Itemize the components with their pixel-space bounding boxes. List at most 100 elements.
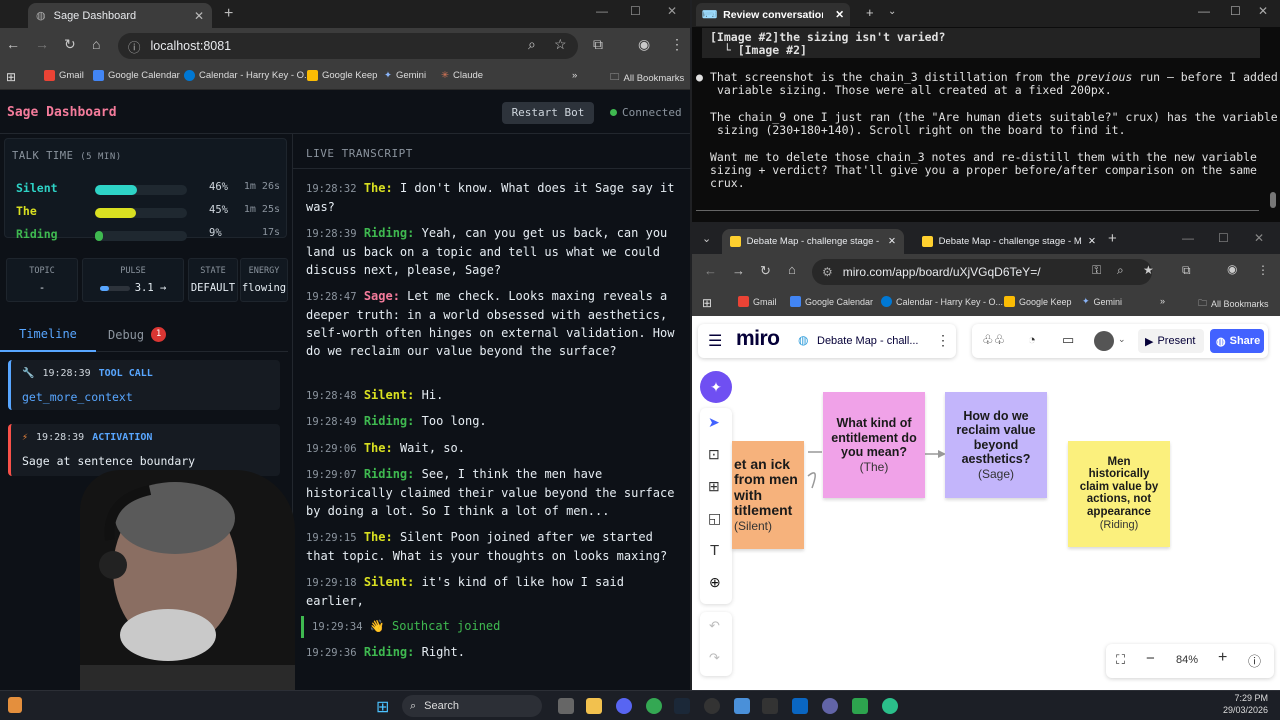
app-icon[interactable] xyxy=(822,698,838,714)
templates-icon[interactable]: ⊡ xyxy=(708,446,720,463)
menu-icon[interactable]: ⋮ xyxy=(1257,263,1269,277)
zoom-icon[interactable]: ⌕ xyxy=(528,36,536,53)
sticky-note-the[interactable]: What kind of entitlement do you mean? (T… xyxy=(823,392,925,498)
share-button[interactable]: ◍ Share xyxy=(1210,329,1264,353)
clock[interactable]: 7:29 PM 29/03/2026 xyxy=(1218,693,1268,715)
bookmark-gemini[interactable]: ✦ Gemini xyxy=(1082,296,1122,307)
tab-sage-dashboard[interactable]: ◍ Sage Dashboard ✕ xyxy=(28,3,212,28)
select-arrow-icon[interactable]: ➤ xyxy=(708,414,720,431)
new-tab-icon[interactable]: + xyxy=(224,5,233,23)
ai-assist-icon[interactable]: ✦ xyxy=(700,371,732,403)
close-tab-icon[interactable]: ✕ xyxy=(1088,236,1096,247)
close-tab-icon[interactable]: ✕ xyxy=(888,236,896,247)
forward-icon[interactable]: → xyxy=(732,263,745,278)
bookmark-claude[interactable]: ✳ Claude xyxy=(441,70,483,81)
app-icon[interactable] xyxy=(852,698,868,714)
new-tab-icon[interactable]: + xyxy=(866,5,874,20)
tab-search-icon[interactable]: ⌄ xyxy=(702,232,711,245)
site-info-icon[interactable]: ⓘ xyxy=(128,37,141,56)
task-view-icon[interactable] xyxy=(558,698,574,714)
sticky-note-silent[interactable]: et an ick from men with titlement (Silen… xyxy=(732,441,804,549)
site-settings-icon[interactable]: ⚙ xyxy=(822,265,833,279)
maximize-icon[interactable]: ☐ xyxy=(1230,4,1241,18)
hamburger-menu-icon[interactable]: ☰ xyxy=(708,331,722,351)
all-bookmarks[interactable]: 🗀 All Bookmarks xyxy=(1198,296,1269,312)
tab-debug[interactable]: Debug 1 xyxy=(108,327,167,342)
bookmark-calendar-harry[interactable]: Calendar - Harry Key - O... xyxy=(184,70,312,81)
sticky-note-icon[interactable]: ◱ xyxy=(708,510,721,527)
bookmark-google-keep[interactable]: Google Keep xyxy=(1004,296,1072,307)
bookmark-google-calendar[interactable]: Google Calendar xyxy=(93,70,180,81)
app-icon[interactable] xyxy=(704,698,720,714)
redo-icon[interactable]: ↷ xyxy=(709,650,720,666)
profile-icon[interactable]: ◉ xyxy=(638,36,650,53)
chrome-icon[interactable] xyxy=(646,698,662,714)
avatar[interactable] xyxy=(1094,331,1114,351)
file-explorer-icon[interactable] xyxy=(586,698,602,714)
tab-miro-1[interactable]: Debate Map - challenge stage - Miro ✕ xyxy=(722,229,904,254)
zoom-out-icon[interactable]: − xyxy=(1146,650,1155,667)
back-icon[interactable]: ← xyxy=(6,36,20,52)
help-icon[interactable]: ⓘ xyxy=(1248,651,1261,670)
bookmark-gmail[interactable]: Gmail xyxy=(738,296,777,307)
url-input[interactable]: ⓘ localhost:8081 xyxy=(118,33,578,59)
close-tab-icon[interactable]: ✕ xyxy=(194,9,204,23)
text-tool-icon[interactable]: T xyxy=(710,542,719,559)
reactions-icon[interactable]: ♧♧ xyxy=(982,332,1005,348)
bookmark-gemini[interactable]: ✦ Gemini xyxy=(384,70,426,81)
extensions-icon[interactable]: ⧉ xyxy=(593,36,603,53)
bookmark-star-icon[interactable]: ☆ xyxy=(554,36,567,53)
sticky-note-sage[interactable]: How do we reclaim value beyond aesthetic… xyxy=(945,392,1047,498)
comments-icon[interactable]: ◔ xyxy=(1028,332,1036,347)
board-name[interactable]: Debate Map - chall... xyxy=(817,335,919,347)
bookmark-star-icon[interactable]: ★ xyxy=(1143,263,1154,277)
reload-icon[interactable]: ↻ xyxy=(64,36,76,53)
notepad-icon[interactable] xyxy=(734,698,750,714)
profile-icon[interactable]: ◉ xyxy=(1227,262,1237,276)
app-icon[interactable] xyxy=(8,697,22,713)
close-window-icon[interactable]: ✕ xyxy=(1254,231,1264,245)
back-icon[interactable]: ← xyxy=(704,263,717,278)
discord-icon[interactable] xyxy=(616,698,632,714)
board-menu-icon[interactable]: ⋮ xyxy=(936,332,950,349)
minimize-icon[interactable]: — xyxy=(1198,4,1210,18)
minimize-icon[interactable]: — xyxy=(596,4,608,18)
close-window-icon[interactable]: ✕ xyxy=(667,4,677,18)
add-icon[interactable]: ⊕ xyxy=(709,574,721,591)
zoom-in-icon[interactable]: + xyxy=(1218,649,1227,667)
close-tab-icon[interactable]: ✕ xyxy=(835,9,844,21)
app-icon[interactable] xyxy=(882,698,898,714)
minimize-icon[interactable]: — xyxy=(1182,231,1194,245)
video-icon[interactable]: ▭ xyxy=(1062,332,1074,348)
chevron-down-icon[interactable]: ⌄ xyxy=(888,6,896,17)
forward-icon[interactable]: → xyxy=(35,36,49,52)
reload-icon[interactable]: ↻ xyxy=(760,263,771,279)
frame-icon[interactable]: ⊞ xyxy=(708,478,720,495)
powershell-icon[interactable] xyxy=(792,698,808,714)
menu-icon[interactable]: ⋮ xyxy=(670,36,684,53)
bookmark-calendar-harry[interactable]: Calendar - Harry Key - O... xyxy=(881,296,1003,307)
steam-icon[interactable] xyxy=(674,698,690,714)
present-button[interactable]: ▶ Present xyxy=(1138,329,1204,353)
all-bookmarks[interactable]: 🗀 All Bookmarks xyxy=(610,70,684,86)
sticky-note-riding[interactable]: Men historically claim value by actions,… xyxy=(1068,441,1170,547)
key-icon[interactable]: ⚿ xyxy=(1092,263,1101,278)
maximize-icon[interactable]: ☐ xyxy=(1218,231,1229,245)
scrollbar-thumb[interactable] xyxy=(1270,192,1276,208)
miro-board-canvas[interactable]: ☰ miro ◍ Debate Map - chall... ⋮ ♧♧ ◔ ▭ … xyxy=(692,316,1280,690)
tab-timeline[interactable]: Timeline xyxy=(0,318,96,352)
bookmark-google-keep[interactable]: Google Keep xyxy=(307,70,377,81)
more-bookmarks-icon[interactable]: » xyxy=(1160,296,1165,306)
timeline-event-activation[interactable]: ⚡ 19:28:39 ACTIVATION Sage at sentence bou… xyxy=(8,424,280,476)
chevron-down-icon[interactable]: ⌄ xyxy=(1118,334,1126,345)
bookmark-google-calendar[interactable]: Google Calendar xyxy=(790,296,873,307)
home-icon[interactable]: ⌂ xyxy=(92,36,100,52)
more-bookmarks-icon[interactable]: » xyxy=(572,70,577,81)
taskbar-search[interactable]: ⌕ Search xyxy=(402,695,542,717)
miro-logo[interactable]: miro xyxy=(736,327,780,351)
fit-screen-icon[interactable]: ⛶ xyxy=(1116,652,1125,668)
windows-start-icon[interactable]: ⊞ xyxy=(376,697,389,717)
new-tab-icon[interactable]: + xyxy=(1108,230,1117,247)
terminal-tab[interactable]: ⌨ Review conversation a ✕ xyxy=(696,3,850,26)
terminal-icon[interactable] xyxy=(762,698,778,714)
